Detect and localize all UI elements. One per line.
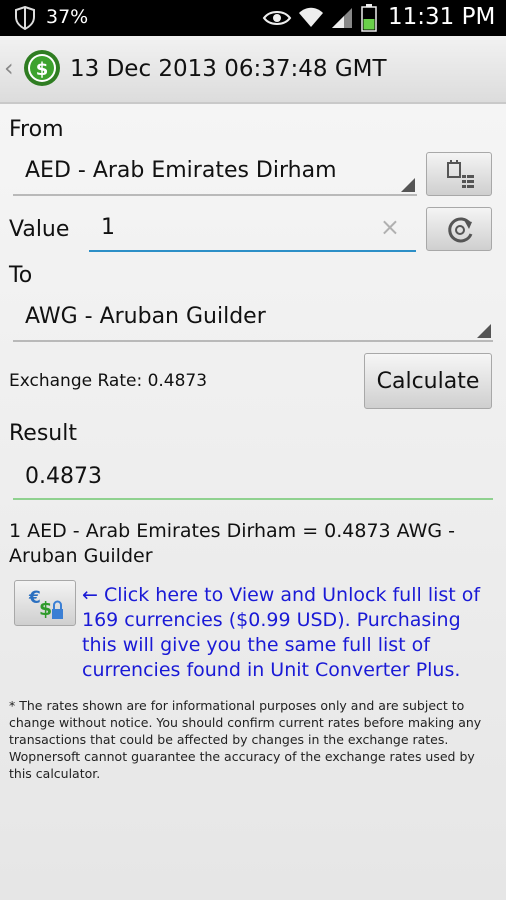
refresh-rates-button[interactable] bbox=[426, 207, 492, 251]
exchange-rate-text: Exchange Rate: 0.4873 bbox=[9, 371, 208, 391]
result-label: Result bbox=[9, 421, 77, 446]
signal-icon bbox=[332, 8, 352, 28]
to-currency-value: AWG - Aruban Guilder bbox=[25, 304, 266, 329]
battery-icon bbox=[361, 4, 377, 32]
svg-text:$: $ bbox=[39, 598, 52, 620]
result-value: 0.4873 bbox=[25, 464, 102, 489]
euro-dollar-lock-icon: € $ bbox=[28, 588, 63, 620]
from-currency-select[interactable]: AED - Arab Emirates Dirham bbox=[13, 152, 417, 196]
from-currency-value: AED - Arab Emirates Dirham bbox=[25, 158, 337, 183]
disclaimer-text: * The rates shown are for informational … bbox=[9, 698, 482, 781]
to-currency-select[interactable]: AWG - Aruban Guilder bbox=[13, 298, 493, 342]
result-field[interactable]: 0.4873 bbox=[13, 456, 493, 500]
value-label: Value bbox=[9, 217, 70, 242]
dropdown-arrow-icon bbox=[477, 324, 491, 338]
clock: 11:31 PM bbox=[388, 4, 496, 30]
unlock-currencies-button[interactable]: € $ bbox=[14, 580, 76, 626]
eye-icon bbox=[262, 11, 292, 25]
to-label: To bbox=[9, 263, 33, 288]
value-input-text[interactable]: 1 bbox=[101, 215, 115, 240]
dollar-coin-icon[interactable]: $ bbox=[22, 48, 62, 88]
wifi-icon bbox=[299, 7, 323, 27]
back-chevron-icon[interactable]: ‹ bbox=[4, 54, 14, 82]
unlock-currencies-link[interactable]: ← Click here to View and Unlock full lis… bbox=[82, 583, 492, 683]
calculate-button[interactable]: Calculate bbox=[364, 353, 492, 409]
clear-icon[interactable]: × bbox=[380, 213, 400, 241]
dropdown-arrow-icon bbox=[401, 178, 415, 192]
status-bar: 37% 11:31 PM bbox=[0, 0, 506, 36]
refresh-icon bbox=[448, 217, 473, 243]
battery-percent: 37% bbox=[46, 6, 89, 28]
shield-icon bbox=[15, 6, 35, 30]
value-input[interactable]: 1 × bbox=[89, 208, 416, 252]
conversion-summary: 1 AED - Arab Emirates Dirham = 0.4873 AW… bbox=[9, 520, 456, 567]
action-bar: ‹ $ 13 Dec 2013 06:37:48 GMT bbox=[0, 36, 506, 104]
list-icon bbox=[447, 160, 474, 188]
svg-text:$: $ bbox=[36, 59, 49, 80]
currency-list-button[interactable] bbox=[426, 152, 492, 196]
from-label: From bbox=[9, 117, 64, 142]
page-title: 13 Dec 2013 06:37:48 GMT bbox=[70, 56, 387, 82]
